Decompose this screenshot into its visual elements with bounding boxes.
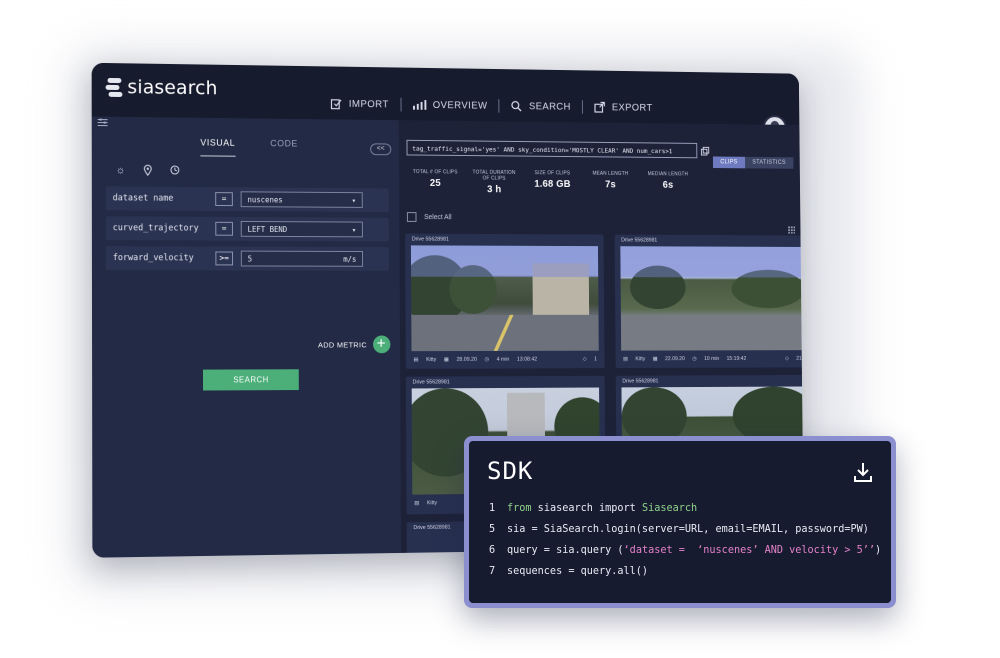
tag-icon: ◇ [582, 356, 587, 363]
clock-icon[interactable] [170, 165, 180, 175]
logo-icon [105, 77, 123, 98]
drive-label: Drive 55628981 [622, 378, 659, 385]
clip-card[interactable]: Drive 55628981 ▤ Kitty ▦ 28.09.20 ◷ 4 min 1… [405, 233, 605, 369]
code-line: 6 query = sia.query (‘dataset = ‘nuscenes… [489, 545, 882, 556]
stat-median-length: MEDIAN LENGTH 6s [647, 171, 689, 191]
logo: siasearch [105, 76, 218, 100]
sdk-title: SDK [487, 457, 534, 485]
filter-row-curved-trajectory: curved_trajectory = LEFT BEND ▾ [105, 216, 389, 242]
database-icon: ▤ [413, 357, 419, 363]
summary-stats: TOTAL # OF CLIPS 25 TOTAL DURATION OF CLI… [410, 169, 692, 196]
collapse-panel-button[interactable]: << [370, 143, 392, 156]
filter-name: curved_trajectory [112, 223, 199, 234]
clip-thumbnail[interactable] [410, 245, 599, 352]
calendar-icon: ▦ [443, 356, 449, 363]
chevron-down-icon: ▾ [351, 224, 357, 234]
clip-thumbnail[interactable] [620, 246, 804, 351]
chevron-down-icon: ▾ [351, 195, 357, 205]
filter-name: forward_velocity [112, 253, 194, 264]
nav-import-label: IMPORT [348, 98, 389, 110]
code-line: 1 from siasearch import Siasearch [489, 503, 698, 514]
value-dropdown[interactable]: LEFT BEND ▾ [240, 220, 363, 238]
add-metric-button[interactable]: ADD METRIC + [318, 335, 391, 354]
stat-mean-length: MEAN LENGTH 7s [592, 170, 629, 191]
nav-import[interactable]: IMPORT [319, 90, 401, 118]
operator-select[interactable]: = [215, 192, 233, 207]
operator-select[interactable]: = [215, 221, 233, 236]
filter-row-forward-velocity: forward_velocity >= 5 m/s [105, 246, 390, 271]
export-icon [594, 101, 605, 113]
stat-total-duration: TOTAL DURATION OF CLIPS 3 h [472, 169, 516, 196]
mode-tabs: VISUAL CODE [200, 137, 298, 158]
sun-icon[interactable]: ☼ [116, 165, 126, 177]
filter-type-icons: ☼ [116, 165, 180, 177]
tab-visual[interactable]: VISUAL [200, 137, 236, 157]
search-button[interactable]: SEARCH [202, 369, 299, 391]
filter-name: dataset name [112, 193, 174, 204]
clip-card[interactable]: Drive 55628981 ▤ Kitty ▦ 22.09.20 ◷ 10 min … [614, 234, 804, 369]
location-pin-icon[interactable] [143, 165, 153, 176]
top-bar: siasearch IMPORT OVERVIEW SEARCH EXPORT [91, 62, 800, 141]
clock-small-icon: ◷ [484, 356, 490, 363]
plus-icon: + [372, 335, 391, 354]
download-icon[interactable] [853, 461, 873, 483]
add-metric-label: ADD METRIC [318, 339, 367, 349]
nav-export-label: EXPORT [611, 102, 653, 114]
grid-icon[interactable] [787, 225, 796, 234]
operator-select[interactable]: >= [215, 251, 234, 266]
nav-export[interactable]: EXPORT [583, 93, 664, 121]
main-nav: IMPORT OVERVIEW SEARCH EXPORT [319, 90, 664, 122]
clip-meta: ▤ Kitty ▦ 22.09.20 ◷ 10 min 15:19:42 ◇ 21 [623, 355, 802, 363]
toggle-clips[interactable]: CLIPS [712, 156, 745, 169]
clock-small-icon: ◷ [692, 356, 697, 362]
unit-label: m/s [343, 254, 357, 264]
query-builder-panel: VISUAL CODE << ☼ dataset name = nuscenes… [91, 116, 402, 558]
nav-search-label: SEARCH [528, 100, 571, 113]
sliders-icon[interactable] [97, 118, 108, 127]
toggle-statistics[interactable]: STATISTICS [744, 156, 794, 169]
search-icon [511, 100, 522, 112]
code-line: 5 sia = SiaSearch.login(server=URL, email… [489, 524, 869, 535]
drive-label: Drive 55628981 [411, 236, 449, 243]
import-icon [330, 98, 342, 110]
value-dropdown[interactable]: nuscenes ▾ [240, 191, 363, 208]
value-input[interactable]: 5 m/s [240, 250, 364, 267]
drive-label: Drive 55628981 [412, 379, 450, 386]
query-field[interactable]: tag_traffic_signal='yes' AND sky_conditi… [406, 139, 698, 159]
stat-size: SIZE OF CLIPS 1.68 GB [534, 170, 571, 190]
view-toggle: CLIPS STATISTICS [712, 156, 794, 169]
code-block: 1 from siasearch import Siasearch 5 sia = … [489, 503, 881, 587]
copy-icon[interactable] [701, 147, 709, 156]
tag-icon: ◇ [785, 355, 789, 362]
sdk-panel: SDK 1 from siasearch import Siasearch 5 si… [464, 436, 896, 608]
database-icon: ▤ [414, 500, 420, 507]
clip-meta: ▤ Kitty ▦ 28.09.20 ◷ 4 min 13:08:42 ◇ 1 [413, 356, 597, 363]
calendar-icon: ▦ [652, 356, 658, 363]
chart-bars-icon [412, 100, 427, 110]
nav-overview[interactable]: OVERVIEW [401, 91, 499, 120]
code-line: 7 sequences = query.all() [489, 566, 649, 577]
stat-total-clips: TOTAL # OF CLIPS 25 [412, 169, 458, 189]
sdk-code-window: SDK 1 from siasearch import Siasearch 5 si… [469, 441, 891, 603]
brand-name: siasearch [127, 76, 218, 100]
select-all[interactable]: Select All [406, 212, 452, 222]
filter-row-dataset: dataset name = nuscenes ▾ [105, 186, 389, 212]
select-all-label: Select All [424, 213, 452, 221]
nav-search[interactable]: SEARCH [500, 92, 582, 120]
database-icon: ▤ [623, 356, 628, 363]
select-all-checkbox[interactable] [406, 212, 417, 222]
nav-overview-label: OVERVIEW [432, 99, 488, 112]
drive-label: Drive 55628981 [621, 237, 658, 244]
tab-code[interactable]: CODE [270, 138, 298, 157]
